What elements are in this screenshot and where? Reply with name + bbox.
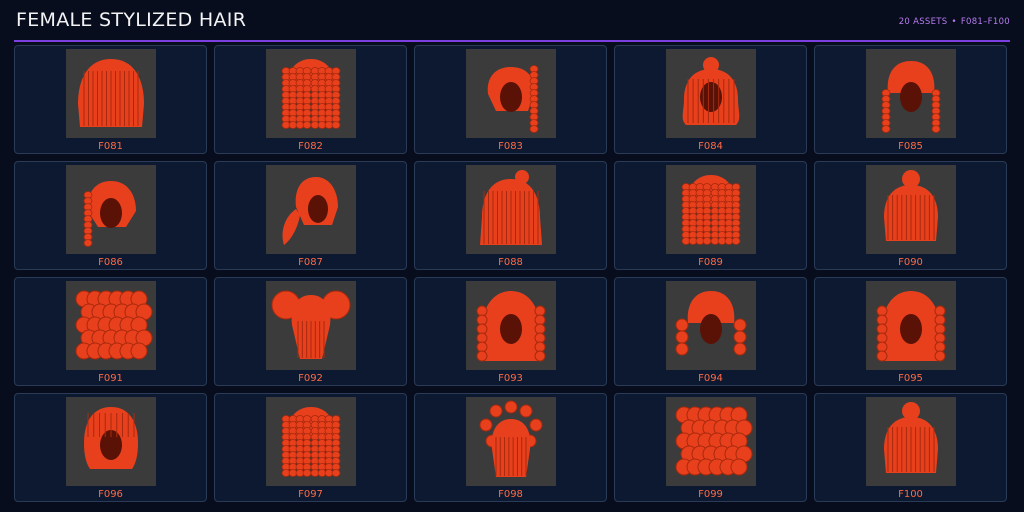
asset-code-label: F090 bbox=[898, 257, 923, 268]
asset-code-label: F099 bbox=[698, 489, 723, 500]
asset-card[interactable]: F100 bbox=[814, 393, 1007, 502]
asset-thumbnail bbox=[65, 281, 156, 370]
asset-card[interactable]: F089 bbox=[614, 161, 807, 270]
hair-preview-icon bbox=[675, 291, 746, 356]
asset-thumbnail bbox=[65, 397, 156, 486]
asset-card[interactable]: F084 bbox=[614, 45, 807, 154]
hair-preview-icon bbox=[75, 290, 152, 360]
asset-thumbnail bbox=[665, 49, 756, 138]
hair-preview-icon bbox=[83, 181, 136, 247]
hair-preview-icon bbox=[282, 177, 338, 245]
asset-thumbnail bbox=[865, 49, 956, 138]
asset-code-label: F091 bbox=[98, 373, 123, 384]
asset-code-label: F094 bbox=[698, 373, 723, 384]
page-header: FEMALE STYLIZED HAIR 20 ASSETS • F081–F100 bbox=[14, 6, 1010, 40]
hair-preview-icon bbox=[77, 59, 144, 127]
asset-card[interactable]: F099 bbox=[614, 393, 807, 502]
page-title: FEMALE STYLIZED HAIR bbox=[16, 9, 247, 31]
asset-card[interactable]: F090 bbox=[814, 161, 1007, 270]
asset-code-label: F096 bbox=[98, 489, 123, 500]
asset-code-label: F089 bbox=[698, 257, 723, 268]
asset-code-label: F097 bbox=[298, 489, 323, 500]
asset-card[interactable]: F096 bbox=[14, 393, 207, 502]
hair-preview-icon bbox=[83, 407, 138, 469]
asset-code-label: F098 bbox=[498, 489, 523, 500]
asset-code-label: F093 bbox=[498, 373, 523, 384]
asset-card[interactable]: F097 bbox=[214, 393, 407, 502]
asset-thumbnail bbox=[265, 165, 356, 254]
asset-code-label: F082 bbox=[298, 141, 323, 152]
hair-preview-icon bbox=[281, 59, 340, 129]
hair-preview-icon bbox=[281, 407, 340, 477]
asset-thumbnail bbox=[465, 281, 556, 370]
hair-preview-icon bbox=[682, 57, 739, 125]
header-divider bbox=[14, 40, 1010, 42]
asset-thumbnail bbox=[865, 281, 956, 370]
asset-thumbnail bbox=[665, 281, 756, 370]
asset-meta: 20 ASSETS • F081–F100 bbox=[899, 17, 1010, 27]
meta-separator: • bbox=[951, 17, 957, 27]
asset-code-label: F086 bbox=[98, 257, 123, 268]
asset-thumbnail bbox=[65, 49, 156, 138]
asset-card[interactable]: F087 bbox=[214, 161, 407, 270]
asset-thumbnail bbox=[265, 397, 356, 486]
asset-card[interactable]: F083 bbox=[414, 45, 607, 154]
asset-code-label: F088 bbox=[498, 257, 523, 268]
asset-card[interactable]: F093 bbox=[414, 277, 607, 386]
hair-preview-icon bbox=[479, 400, 542, 477]
asset-thumbnail bbox=[865, 165, 956, 254]
asset-thumbnail bbox=[665, 165, 756, 254]
asset-card[interactable]: F094 bbox=[614, 277, 807, 386]
asset-thumbnail bbox=[465, 49, 556, 138]
asset-thumbnail bbox=[65, 165, 156, 254]
asset-thumbnail bbox=[265, 49, 356, 138]
hair-preview-icon bbox=[271, 290, 350, 359]
asset-code-label: F081 bbox=[98, 141, 123, 152]
asset-card[interactable]: F095 bbox=[814, 277, 1007, 386]
asset-range: F081–F100 bbox=[960, 17, 1010, 27]
asset-thumbnail bbox=[465, 165, 556, 254]
asset-code-label: F092 bbox=[298, 373, 323, 384]
asset-code-label: F083 bbox=[498, 141, 523, 152]
asset-thumbnail bbox=[265, 281, 356, 370]
asset-card[interactable]: F092 bbox=[214, 277, 407, 386]
asset-card[interactable]: F088 bbox=[414, 161, 607, 270]
asset-card[interactable]: F082 bbox=[214, 45, 407, 154]
hair-preview-icon bbox=[876, 291, 945, 362]
hair-preview-icon bbox=[681, 175, 740, 245]
hair-preview-icon bbox=[476, 291, 545, 362]
asset-count: 20 ASSETS bbox=[898, 17, 948, 27]
asset-code-label: F100 bbox=[898, 489, 923, 500]
hair-preview-icon bbox=[881, 61, 940, 133]
asset-code-label: F095 bbox=[898, 373, 923, 384]
asset-code-label: F085 bbox=[898, 141, 923, 152]
asset-card[interactable]: F081 bbox=[14, 45, 207, 154]
hair-preview-icon bbox=[487, 65, 538, 133]
hair-preview-icon bbox=[479, 170, 542, 245]
asset-thumbnail bbox=[465, 397, 556, 486]
asset-thumbnail bbox=[665, 397, 756, 486]
asset-card[interactable]: F086 bbox=[14, 161, 207, 270]
hair-preview-icon bbox=[883, 170, 938, 241]
asset-code-label: F087 bbox=[298, 257, 323, 268]
hair-preview-icon bbox=[883, 402, 938, 473]
asset-card[interactable]: F098 bbox=[414, 393, 607, 502]
asset-card[interactable]: F085 bbox=[814, 45, 1007, 154]
asset-code-label: F084 bbox=[698, 141, 723, 152]
asset-thumbnail bbox=[865, 397, 956, 486]
hair-preview-icon bbox=[675, 406, 752, 476]
asset-card[interactable]: F091 bbox=[14, 277, 207, 386]
asset-grid: F081 F082 F083 F084 F085 F086 F087 F088 F089 F090… bbox=[14, 45, 1010, 502]
